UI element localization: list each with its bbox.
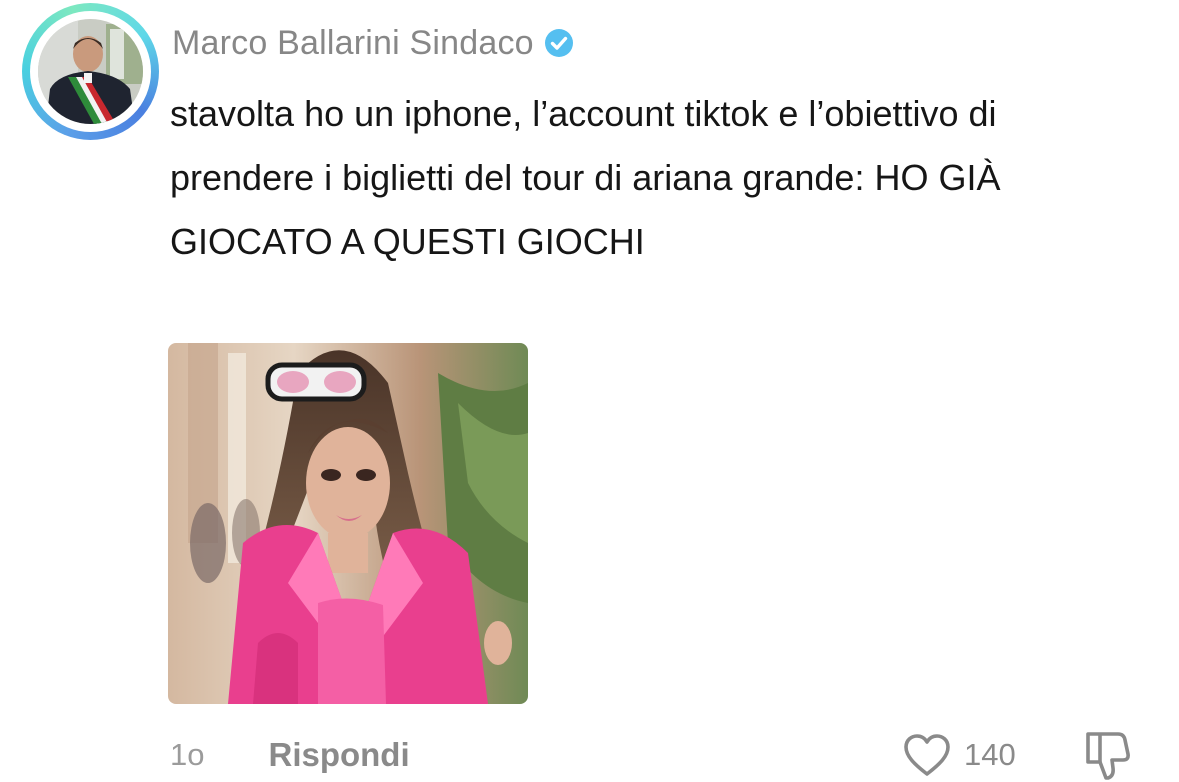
verified-check-icon <box>544 29 573 57</box>
avatar-photo <box>38 19 143 124</box>
author-row: Marco Ballarini Sindaco <box>172 22 574 64</box>
like-button[interactable]: 140 <box>902 733 1016 777</box>
thumbs-down-outline-icon[interactable] <box>1082 728 1132 782</box>
like-count: 140 <box>964 737 1016 772</box>
attached-image[interactable] <box>168 343 528 704</box>
timestamp: 1o <box>170 737 205 772</box>
comment-meta: 1o Rispondi <box>170 733 410 777</box>
username[interactable]: Marco Ballarini Sindaco <box>172 24 534 63</box>
reply-button[interactable]: Rispondi <box>268 736 409 774</box>
heart-outline-icon[interactable] <box>902 732 952 778</box>
comment-text: stavolta ho un iphone, l’account tiktok … <box>170 93 1001 262</box>
comment-item: Marco Ballarini Sindaco stavolta ho un i… <box>0 0 1179 782</box>
avatar[interactable] <box>22 3 159 140</box>
